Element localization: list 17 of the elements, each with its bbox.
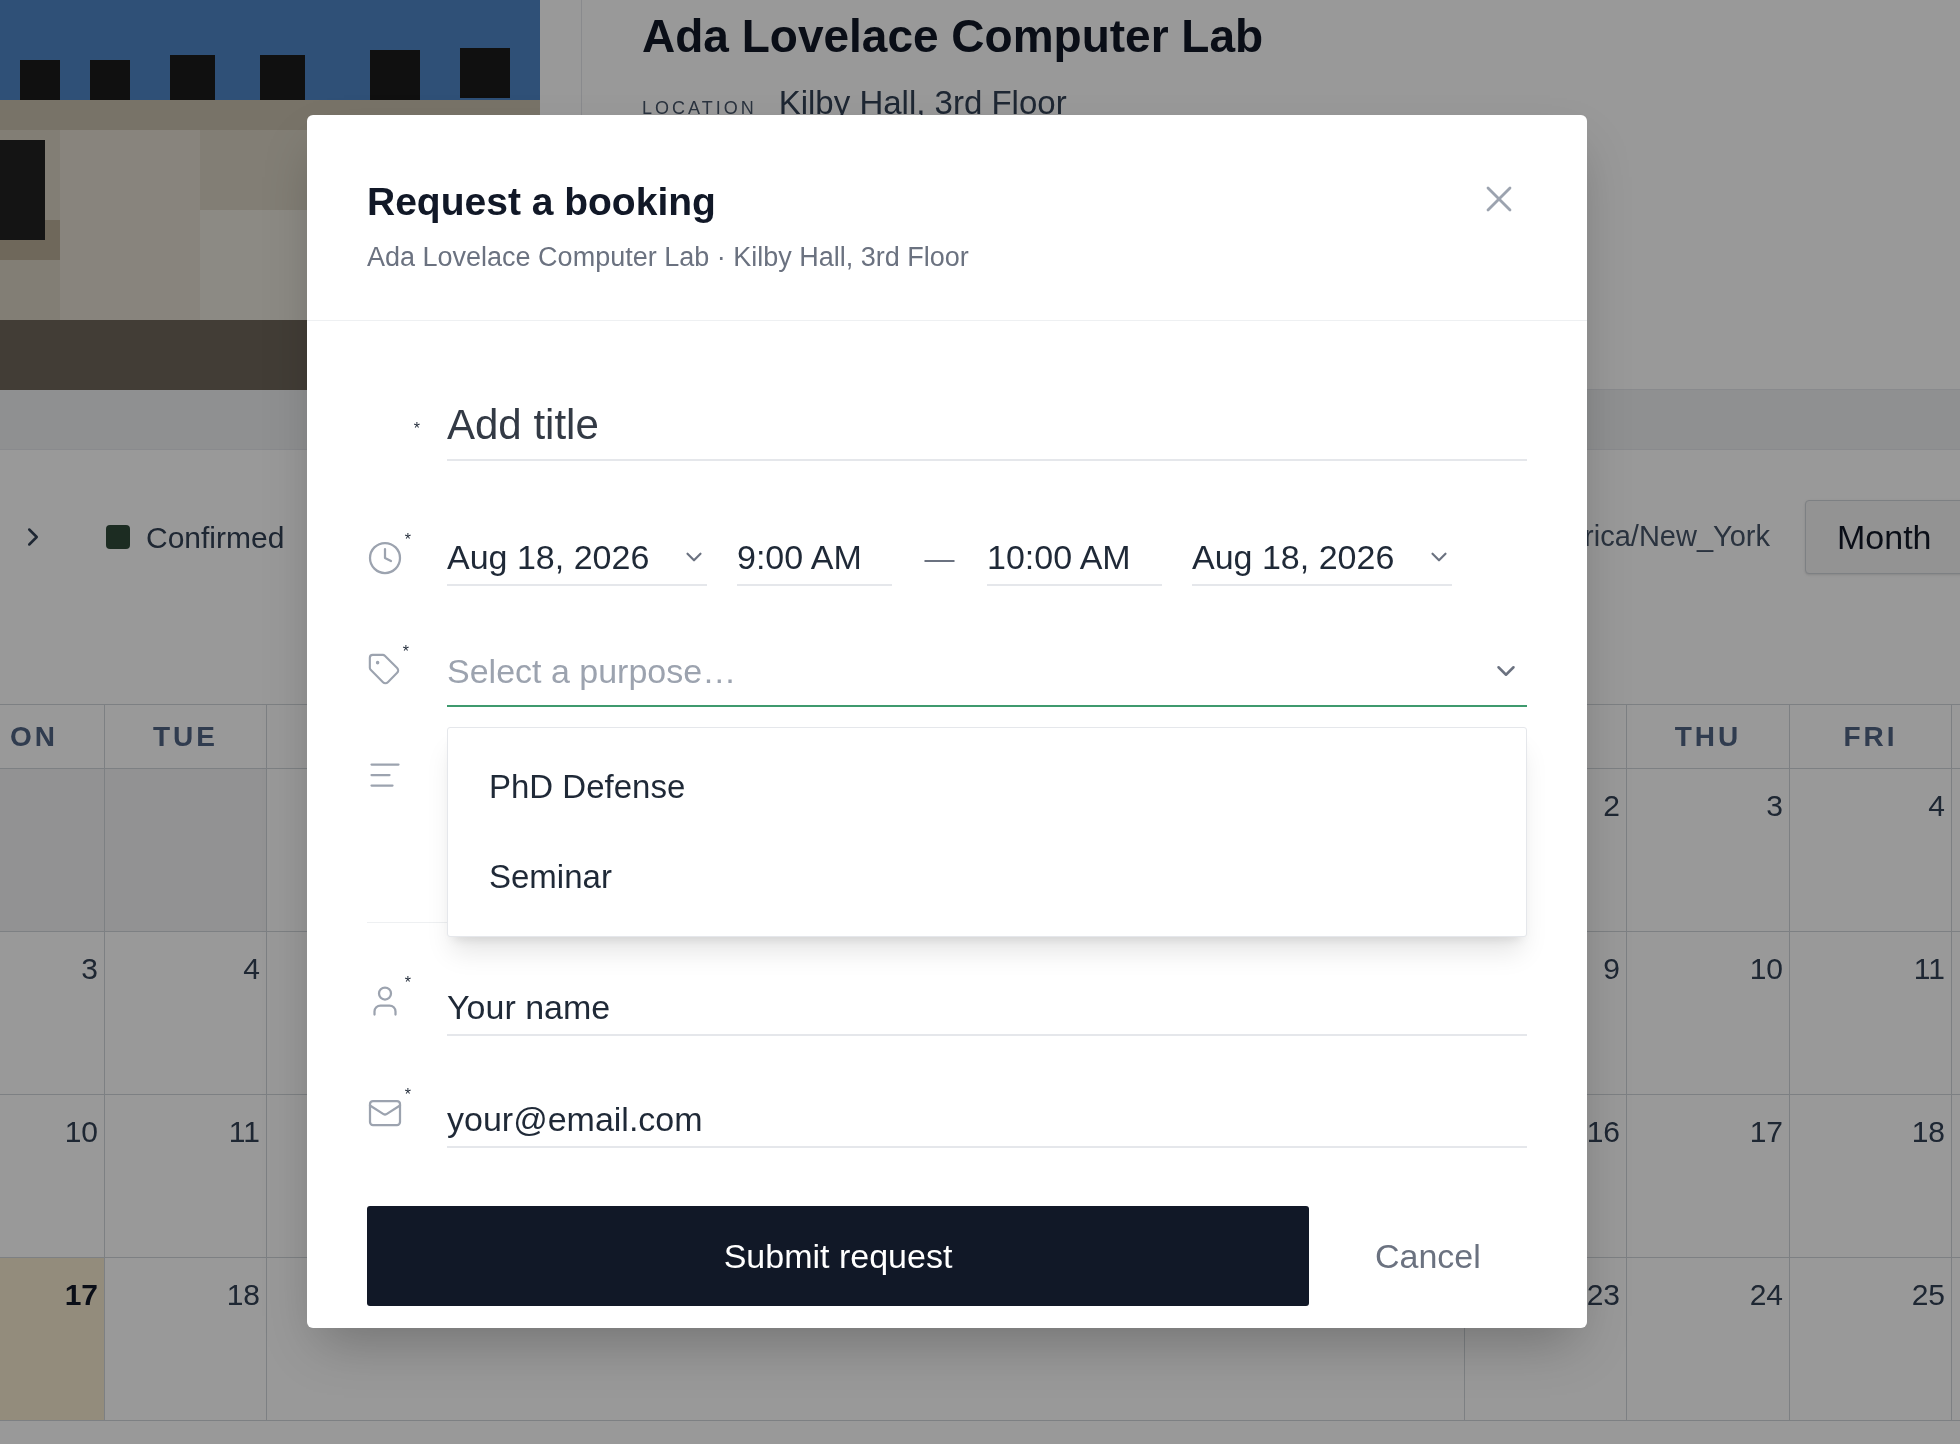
weekday-header: ON [10, 719, 58, 754]
range-separator: — [923, 540, 956, 577]
lab-title: Ada Lovelace Computer Lab [642, 9, 1265, 64]
dialog-subtitle: Ada Lovelace Computer Lab · Kilby Hall, 3rd Floor [367, 241, 970, 274]
required-mark: * [402, 643, 409, 660]
weekday-header: FRI [1843, 719, 1898, 754]
required-mark: * [404, 532, 411, 548]
required-mark: * [404, 1087, 411, 1103]
timezone-label: rica/New_York [1584, 519, 1770, 555]
weekday-header: THU [1674, 719, 1742, 754]
required-mark: * [404, 975, 411, 991]
legend-label: Confirmed [146, 519, 285, 556]
dialog-title: Request a booking [367, 179, 716, 225]
weekday-header: TUE [153, 719, 218, 754]
location-label: LOCATION [642, 97, 757, 120]
required-mark: * [413, 421, 420, 437]
location-value: Kilby Hall, 3rd Floor [778, 83, 1067, 123]
